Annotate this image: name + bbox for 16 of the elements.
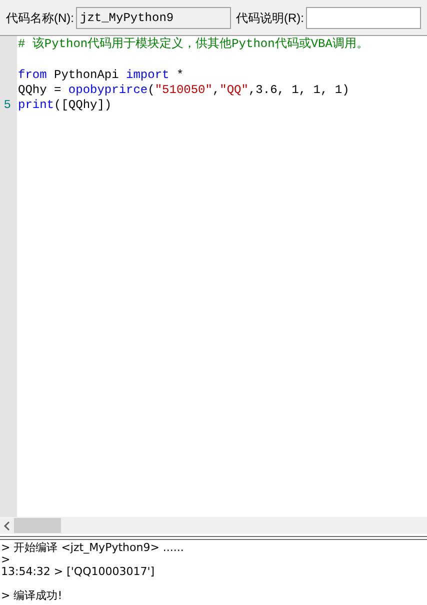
output-status: > 编译成功!: [1, 590, 64, 602]
code-line: # 该Python代码用于模块定义，供其他Python代码或VBA调用。: [18, 37, 368, 51]
code-description-field[interactable]: [306, 6, 421, 28]
code-name-field[interactable]: jzt_MyPython9: [76, 6, 231, 28]
line-number: 5: [4, 98, 11, 114]
output-line: > 开始编译 <jzt_MyPython9> ......: [1, 542, 185, 554]
scroll-left-icon[interactable]: [3, 520, 11, 530]
code-name-label: 代码名称(N):: [6, 10, 74, 26]
output-line: >: [1, 554, 12, 566]
code-line: print([QQhy]): [18, 98, 112, 112]
output-line: 13:54:32 > ['QQ10003017']: [1, 566, 156, 578]
code-description-label: 代码说明(R):: [236, 10, 304, 26]
code-line: QQhy = opobyprirce(″510050″,″QQ″,3.6, 1, 1, 1): [18, 82, 350, 97]
horizontal-scrollbar[interactable]: [0, 517, 427, 534]
code-line: from PythonApi import *: [18, 68, 184, 82]
scrollbar-thumb[interactable]: [14, 518, 61, 533]
